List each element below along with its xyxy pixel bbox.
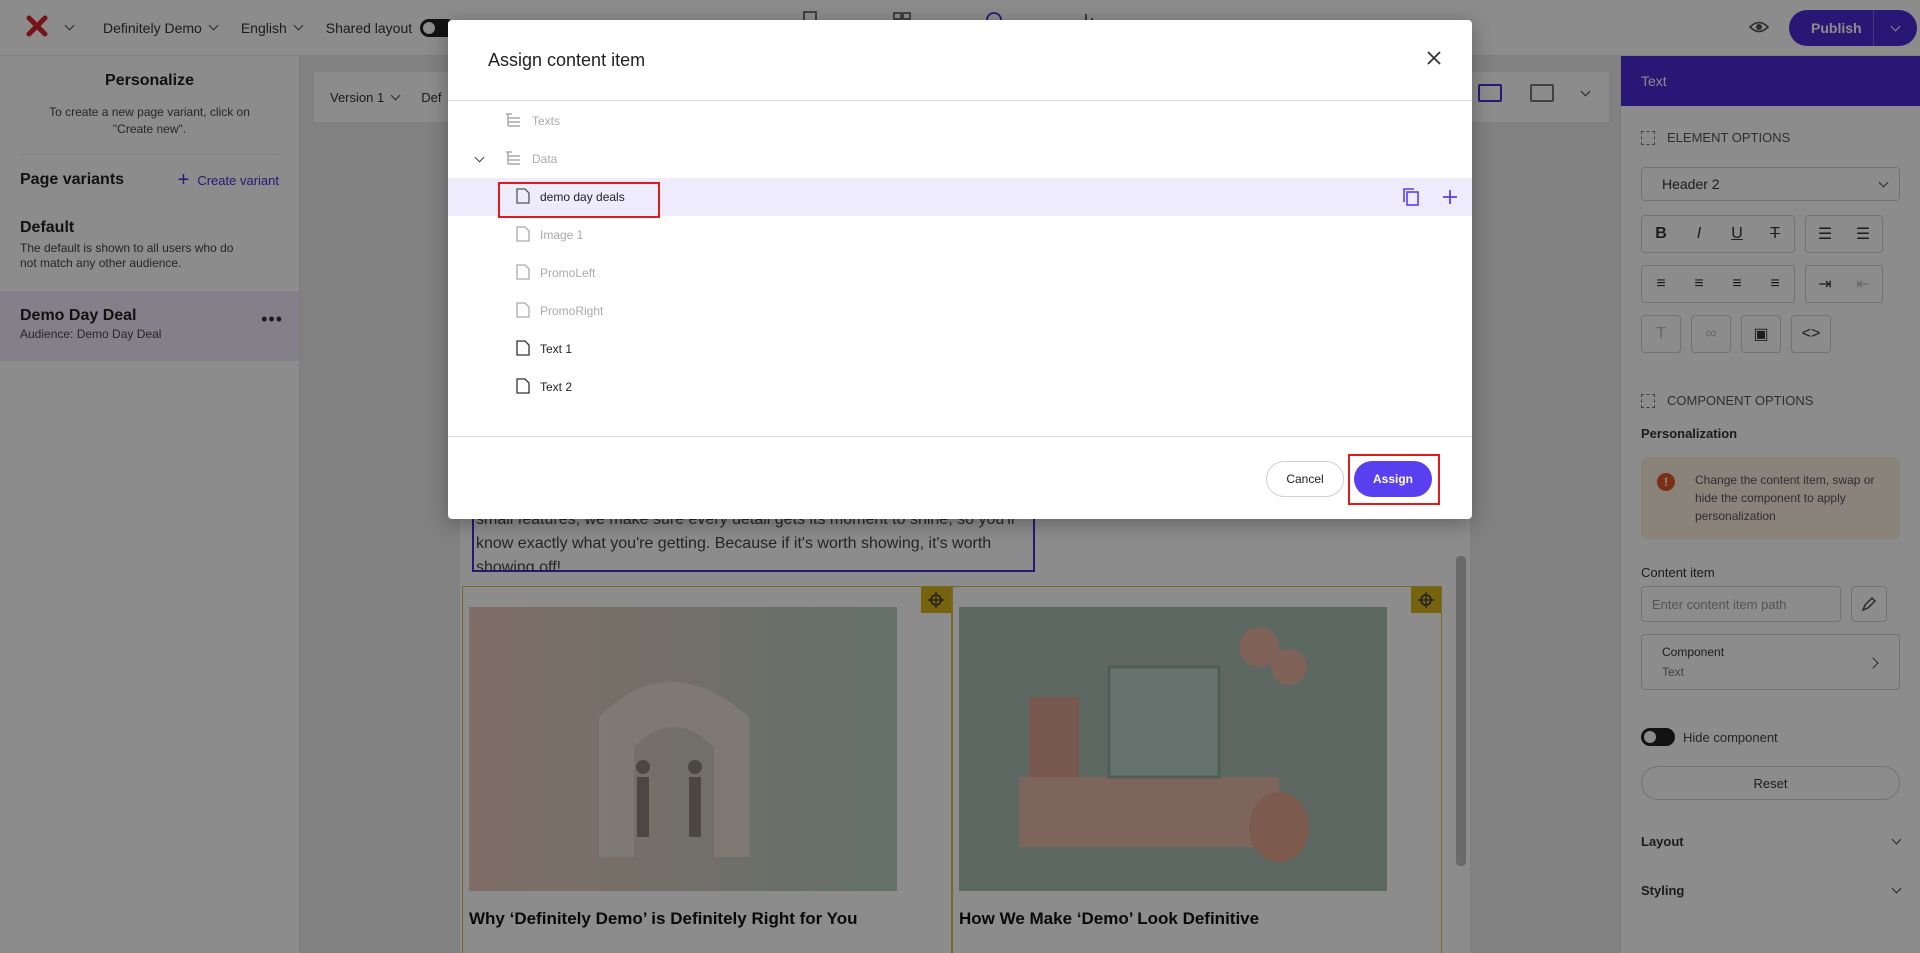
dialog-title: Assign content item <box>488 50 646 70</box>
folder-tree-icon <box>504 150 522 169</box>
divider <box>448 100 1472 101</box>
document-icon <box>516 225 530 245</box>
tree-item-data[interactable]: Data <box>448 140 1472 178</box>
document-icon <box>516 339 530 359</box>
duplicate-icon[interactable] <box>1402 187 1420 210</box>
divider <box>448 436 1472 437</box>
row-actions <box>1402 187 1458 210</box>
tree-item-label: Image 1 <box>540 228 584 242</box>
selected-item-highlight <box>498 182 660 218</box>
tree-item-text-2[interactable]: Text 2 <box>448 368 1472 406</box>
assign-content-item-dialog: Assign content item Texts Data demo day … <box>448 20 1472 519</box>
document-icon <box>516 377 530 397</box>
folder-tree-icon <box>504 112 522 131</box>
add-icon[interactable] <box>1442 189 1458 208</box>
content-tree: Texts Data demo day deals Image 1 PromoL… <box>448 102 1472 406</box>
assign-button-highlight <box>1348 454 1440 505</box>
tree-item-image-1[interactable]: Image 1 <box>448 216 1472 254</box>
tree-item-text-1[interactable]: Text 1 <box>448 330 1472 368</box>
cancel-button[interactable]: Cancel <box>1266 461 1344 497</box>
document-icon <box>516 263 530 283</box>
tree-item-promoright[interactable]: PromoRight <box>448 292 1472 330</box>
document-icon <box>516 301 530 321</box>
tree-item-promoleft[interactable]: PromoLeft <box>448 254 1472 292</box>
chevron-down-icon[interactable] <box>474 152 485 163</box>
tree-item-label: Texts <box>532 114 561 128</box>
close-icon[interactable] <box>1426 50 1444 68</box>
tree-item-texts[interactable]: Texts <box>448 102 1472 140</box>
tree-item-label: PromoRight <box>540 304 604 318</box>
tree-item-label: Data <box>532 152 558 166</box>
tree-item-label: PromoLeft <box>540 266 596 280</box>
tree-item-label: Text 2 <box>540 380 573 394</box>
tree-item-label: Text 1 <box>540 342 573 356</box>
